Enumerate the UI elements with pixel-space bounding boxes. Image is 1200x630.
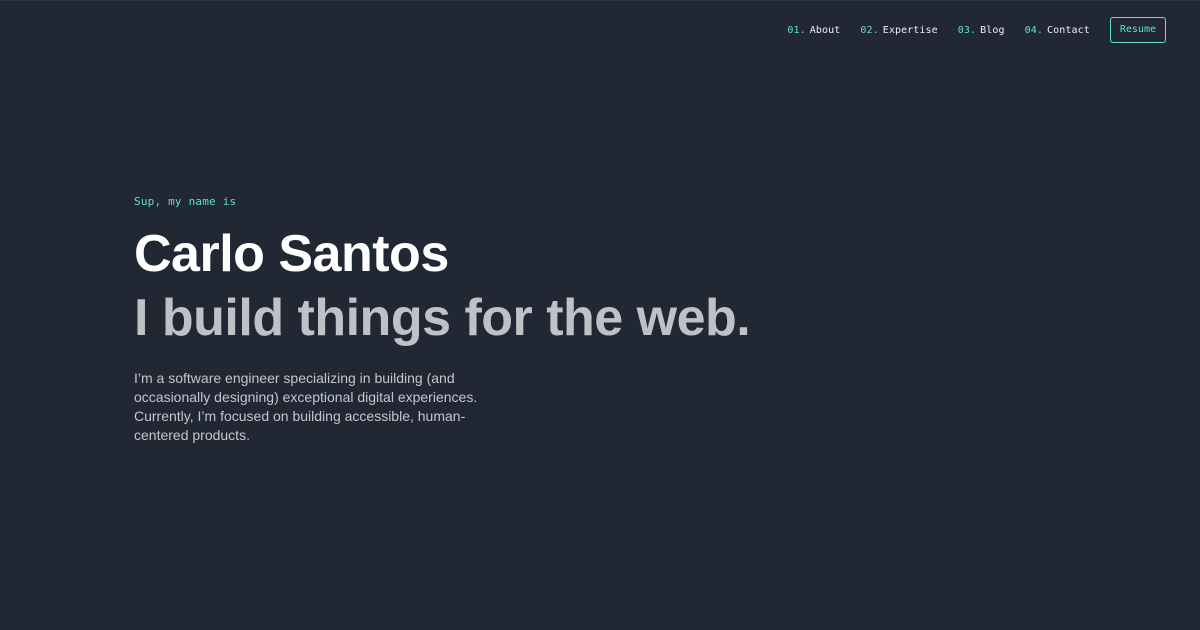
- nav-item-label: Contact: [1047, 24, 1090, 36]
- resume-button[interactable]: Resume: [1109, 17, 1166, 43]
- nav-item-expertise[interactable]: 02. Expertise: [860, 25, 937, 36]
- nav-item-number: 01.: [787, 24, 806, 36]
- hero-section: Sup, my name is Carlo Santos I build thi…: [134, 193, 1034, 445]
- hero-name: Carlo Santos: [134, 225, 449, 283]
- nav-item-number: 03.: [957, 24, 977, 36]
- nav-item-label: Blog: [980, 24, 1005, 36]
- nav-list: 01. About 02. Expertise 03. Blog 04. Contact: [787, 25, 1090, 36]
- nav-item-number: 02.: [860, 24, 879, 36]
- top-navigation: 01. About 02. Expertise 03. Blog 04. Contact…: [787, 17, 1166, 43]
- nav-item-about[interactable]: 01. About: [787, 25, 840, 36]
- hero-greeting: Sup, my name is: [134, 195, 237, 208]
- nav-item-label: Expertise: [882, 24, 938, 36]
- hero-description: I’m a software engineer specializing in …: [134, 370, 478, 443]
- nav-item-blog[interactable]: 03. Blog: [958, 25, 1005, 36]
- nav-item-contact[interactable]: 04. Contact: [1025, 25, 1090, 36]
- nav-item-number: 04.: [1024, 24, 1044, 36]
- nav-item-label: About: [809, 24, 841, 36]
- hero-tagline: I build things for the web.: [134, 289, 751, 347]
